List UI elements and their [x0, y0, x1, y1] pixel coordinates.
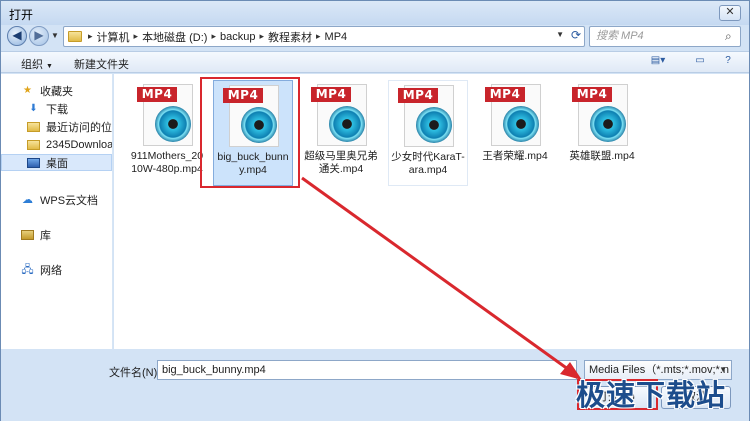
- annotation-arrow: [301, 176, 582, 380]
- watermark-text: 极速下载站: [576, 380, 727, 412]
